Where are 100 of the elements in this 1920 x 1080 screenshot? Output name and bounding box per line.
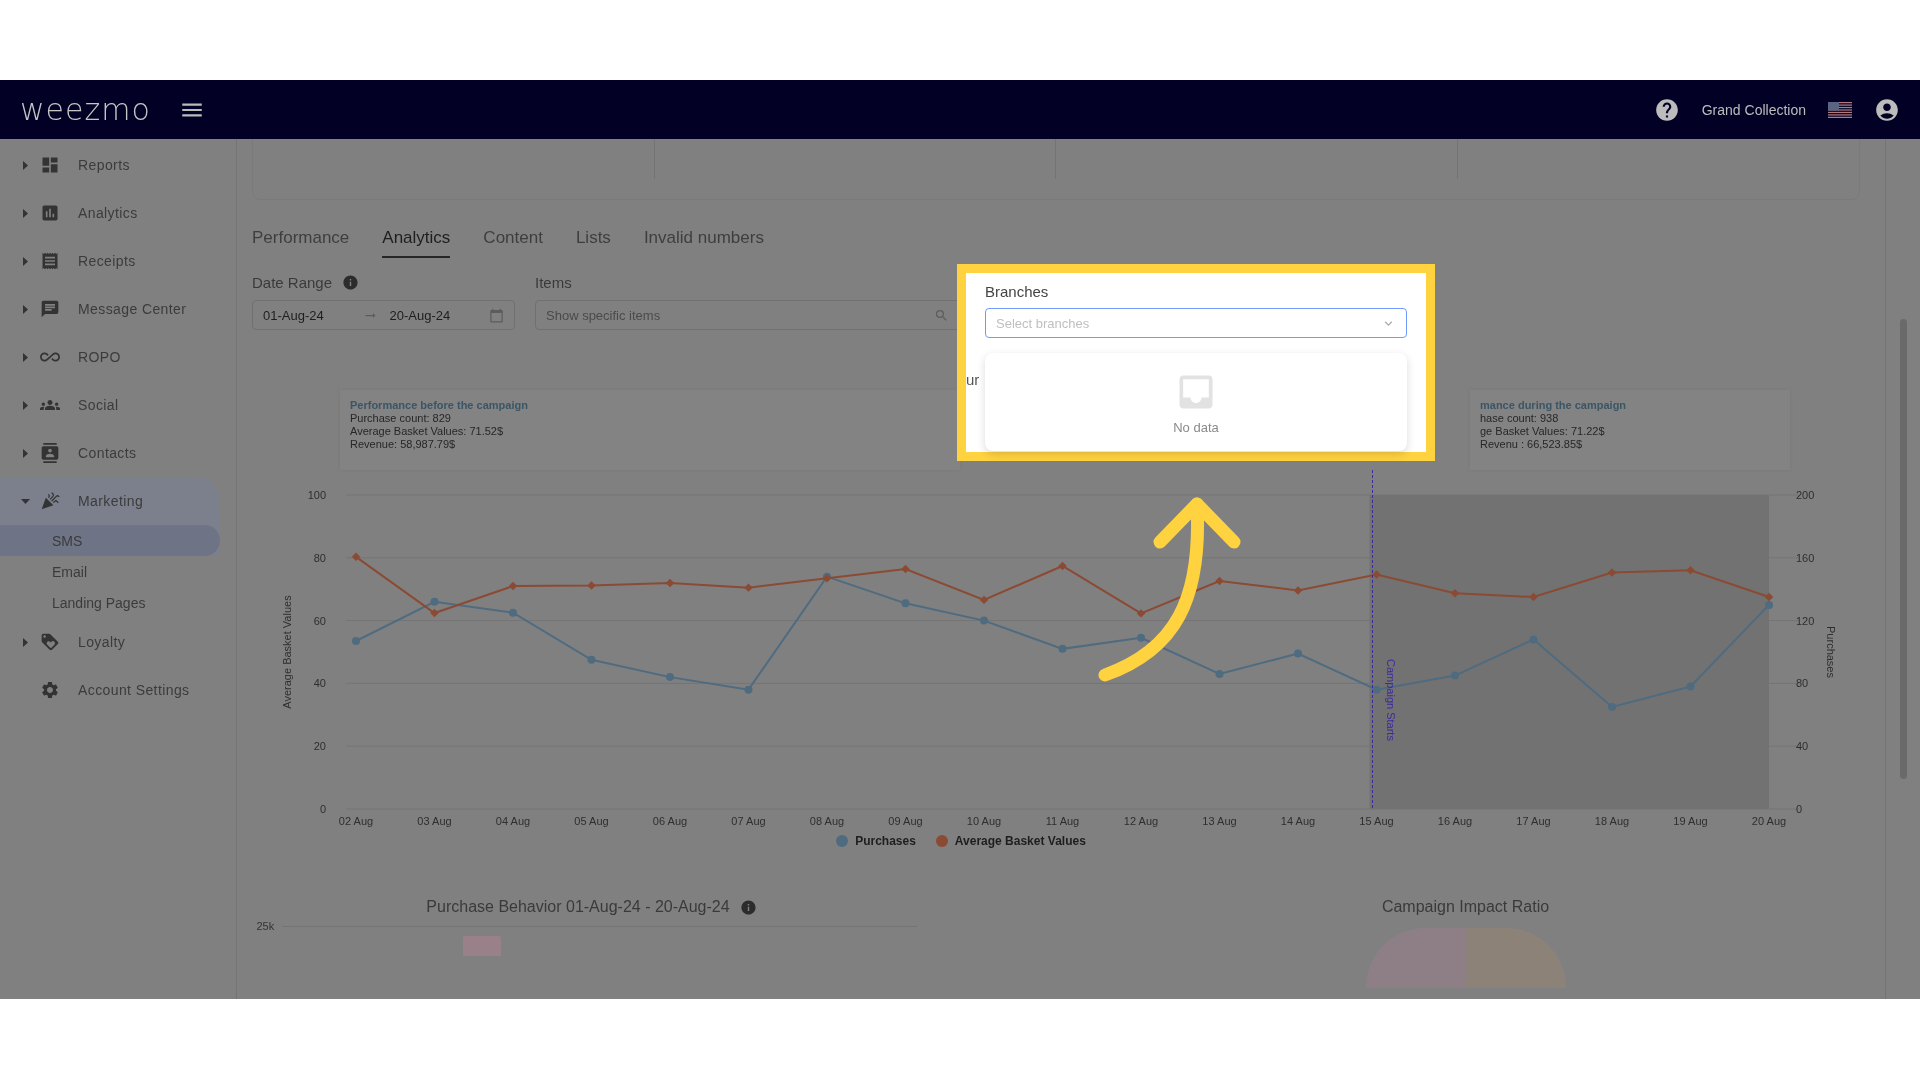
axis-tick-label: 13 Aug <box>1202 815 1237 827</box>
legend-label[interactable]: Purchases <box>855 834 916 848</box>
info-text: Revenue: 58,987.79$ <box>350 438 457 450</box>
sidebar-subitem[interactable]: Landing Pages <box>0 587 220 618</box>
calendar-icon <box>489 307 504 323</box>
sidebar-item[interactable]: Marketing <box>0 477 220 525</box>
axis-tick-label: 40 <box>313 677 326 690</box>
info-text: ge Basket Values: 71.22$ <box>1480 425 1606 437</box>
menu-item-icon <box>40 155 60 175</box>
sidebar-item[interactable]: Reports <box>0 141 220 189</box>
sidebar-item[interactable]: Social <box>0 381 220 429</box>
tab[interactable]: Lists <box>575 228 611 258</box>
data-point <box>1686 682 1695 691</box>
sidebar-subitem[interactable]: SMS <box>0 525 220 556</box>
data-point <box>1215 576 1224 586</box>
tab[interactable]: Content <box>483 228 543 258</box>
user-icon[interactable] <box>1874 96 1900 123</box>
sidebar-subitem[interactable]: Email <box>0 556 220 587</box>
data-point <box>1058 644 1067 653</box>
axis-tick-label: 04 Aug <box>495 815 531 827</box>
axis-tick-label: 11 Aug <box>1045 815 1080 827</box>
axis-title: Average Basket Values <box>281 595 293 709</box>
axis-tick-label: 08 Aug <box>809 815 845 827</box>
empty-message: No data <box>1173 419 1219 435</box>
sidebar-item[interactable]: Contacts <box>0 429 220 477</box>
account-name[interactable]: Grand Collection <box>1701 101 1806 118</box>
axis-tick-label: 60 <box>313 614 326 627</box>
field-label: Date Range <box>252 273 333 291</box>
info-title: mance during the campaign <box>1480 399 1628 411</box>
info-text: Purchase count: 829 <box>350 412 452 424</box>
date-range-field[interactable]: 01-Aug-24 20-Aug-24 <box>252 300 515 330</box>
sidebar-item[interactable]: Analytics <box>0 189 220 237</box>
axis-tick-label: 80 <box>1796 677 1809 690</box>
data-point <box>509 608 517 617</box>
data-point <box>587 655 596 664</box>
axis-tick-label: 80 <box>313 551 326 564</box>
data-point <box>1136 609 1146 618</box>
caret-icon <box>22 256 28 266</box>
tab[interactable]: Analytics <box>382 228 451 258</box>
data-point <box>1529 635 1538 644</box>
data-point <box>508 581 518 591</box>
axis-tick-label: 12 Aug <box>1123 815 1159 827</box>
axis-tick-label: 15 Aug <box>1359 815 1394 827</box>
data-point <box>352 637 360 645</box>
axis-tick-label: 17 Aug <box>1516 815 1551 827</box>
data-point <box>1686 566 1695 575</box>
data-point <box>1529 592 1538 602</box>
tab[interactable]: Invalid numbers <box>643 228 764 258</box>
legend-label[interactable]: Average Basket Values <box>954 834 1086 848</box>
data-point <box>1293 586 1303 595</box>
data-point <box>351 552 361 562</box>
menu-item-icon <box>40 203 60 223</box>
axis-tick-label: 06 Aug <box>652 815 688 827</box>
data-point <box>430 608 439 618</box>
data-point <box>1058 561 1067 571</box>
tab[interactable]: Performance <box>252 228 350 258</box>
data-point <box>1607 568 1617 577</box>
data-point <box>1608 702 1616 711</box>
sidebar-item[interactable]: ROPO <box>0 333 220 381</box>
data-point <box>665 578 675 588</box>
axis-tick-label: 09 Aug <box>888 815 923 827</box>
sidebar-item[interactable]: Account Settings <box>0 666 220 714</box>
data-point <box>744 583 753 592</box>
data-point <box>744 685 753 694</box>
data-point <box>430 597 439 606</box>
menu-item-icon <box>40 491 60 511</box>
sidebar-item[interactable]: Receipts <box>0 237 220 285</box>
sidebar-item[interactable]: Loyalty <box>0 618 220 666</box>
info-title: Performance before the campaign <box>350 399 529 411</box>
data-point <box>1372 570 1381 579</box>
data-point <box>1450 589 1460 598</box>
flag-icon[interactable] <box>1828 101 1852 118</box>
search-icon <box>934 307 949 323</box>
data-point <box>1294 649 1302 658</box>
info-icon[interactable] <box>342 273 360 291</box>
axis-tick-label: 10 Aug <box>966 815 1002 827</box>
axis-tick-label: 02 Aug <box>338 815 374 827</box>
data-point <box>1451 671 1459 680</box>
branches-select[interactable]: Select branches <box>985 308 1407 338</box>
data-point <box>666 673 674 682</box>
sidebar-item[interactable]: Message Center <box>0 285 220 333</box>
axis-tick-label: 03 Aug <box>417 815 452 827</box>
axis-tick-label: 100 <box>307 489 326 501</box>
help-icon[interactable] <box>1653 96 1680 123</box>
data-point <box>979 595 989 605</box>
axis-tick-label: 18 Aug <box>1594 815 1630 827</box>
caret-icon <box>22 208 28 218</box>
bar <box>462 936 501 956</box>
axis-tick-label: 20 <box>313 740 326 753</box>
axis-tick-label: 25k <box>256 920 275 932</box>
caret-icon <box>22 352 28 362</box>
data-point <box>587 581 596 590</box>
axis-tick-label: 16 Aug <box>1437 815 1473 827</box>
data-point <box>980 616 988 625</box>
info-icon[interactable] <box>739 898 757 916</box>
info-text: hase count: 938 <box>1480 412 1560 424</box>
caret-icon <box>22 304 28 314</box>
axis-tick-label: 05 Aug <box>574 815 609 827</box>
caret-icon <box>20 498 30 504</box>
axis-tick-label: 0 <box>1796 803 1803 815</box>
